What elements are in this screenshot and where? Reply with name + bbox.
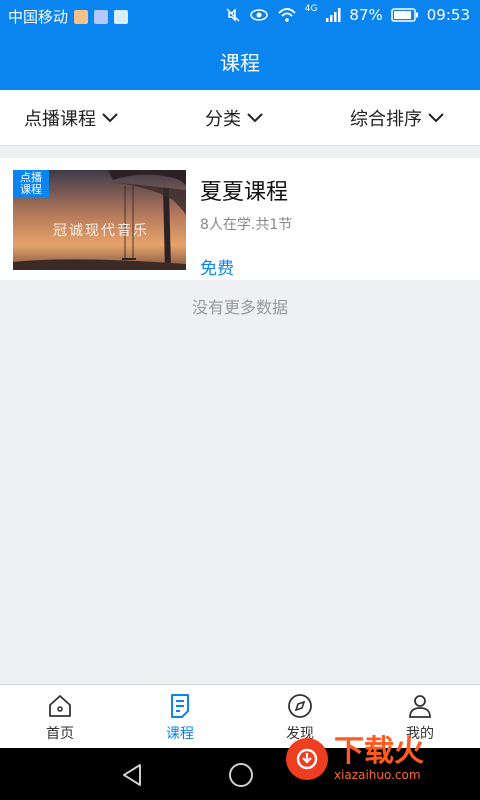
clock: 09:53 xyxy=(426,6,470,24)
badge-label: 点播 课程 xyxy=(20,171,42,196)
app-notification-icon xyxy=(74,9,89,24)
image-notification-icon xyxy=(114,9,129,24)
tab-label: 首页 xyxy=(46,726,74,742)
filter-course-type[interactable]: 点播课程 xyxy=(24,105,118,131)
home-icon xyxy=(49,695,71,717)
app-notification-icon xyxy=(94,9,109,24)
course-info: 夏夏课程 8人在学.共1节 免费 xyxy=(200,170,292,279)
page-title: 课程 xyxy=(220,50,260,75)
chevron-down-icon xyxy=(247,112,263,122)
course-icon xyxy=(171,694,189,718)
filter-bar: 点播课程 分类 综合排序 xyxy=(0,90,480,146)
course-price: 免费 xyxy=(200,259,234,279)
course-meta: 8人在学.共1节 xyxy=(200,217,293,233)
home-circle-icon[interactable] xyxy=(228,762,254,788)
list-end-text: 没有更多数据 xyxy=(191,298,288,317)
network-type-label: 4G xyxy=(304,4,318,14)
status-bar: 中国移动 4G 87% 09:53 xyxy=(0,0,480,32)
course-title: 夏夏课程 xyxy=(200,180,289,205)
watermark-url: xiazaihuo.com xyxy=(334,768,421,782)
filter-label: 点播课程 xyxy=(24,108,96,130)
watermark: 下载火 xiazaihuo.com xyxy=(286,736,424,782)
thumbnail-caption: 冠诚现代音乐 xyxy=(53,223,149,239)
user-icon xyxy=(409,695,431,718)
back-icon[interactable] xyxy=(120,762,146,788)
filter-category[interactable]: 分类 xyxy=(205,105,263,131)
mute-icon xyxy=(226,8,240,22)
wifi-icon xyxy=(278,8,296,22)
carrier-label: 中国移动 xyxy=(8,8,69,26)
tab-home[interactable]: 首页 xyxy=(0,685,120,749)
chevron-down-icon xyxy=(102,112,118,122)
course-type-badge: 点播 课程 xyxy=(13,170,49,198)
filter-label: 综合排序 xyxy=(350,108,422,130)
watermark-title: 下载火 xyxy=(334,734,424,769)
battery-icon xyxy=(391,8,418,22)
chevron-down-icon xyxy=(428,112,444,122)
tab-label: 课程 xyxy=(166,726,194,742)
course-thumbnail: 点播 课程 冠诚现代音乐 xyxy=(13,170,186,270)
app-header: 课程 xyxy=(0,32,480,90)
eye-icon xyxy=(249,9,268,21)
compass-icon xyxy=(288,694,312,718)
filter-sort[interactable]: 综合排序 xyxy=(350,105,444,131)
signal-icon xyxy=(326,8,341,22)
filter-label: 分类 xyxy=(205,108,241,130)
download-logo-icon xyxy=(286,738,328,780)
battery-percent: 87% xyxy=(349,6,383,24)
tab-course[interactable]: 课程 xyxy=(120,685,240,749)
course-card[interactable]: 点播 课程 冠诚现代音乐 夏夏课程 8人在学.共1节 免费 xyxy=(0,158,480,280)
